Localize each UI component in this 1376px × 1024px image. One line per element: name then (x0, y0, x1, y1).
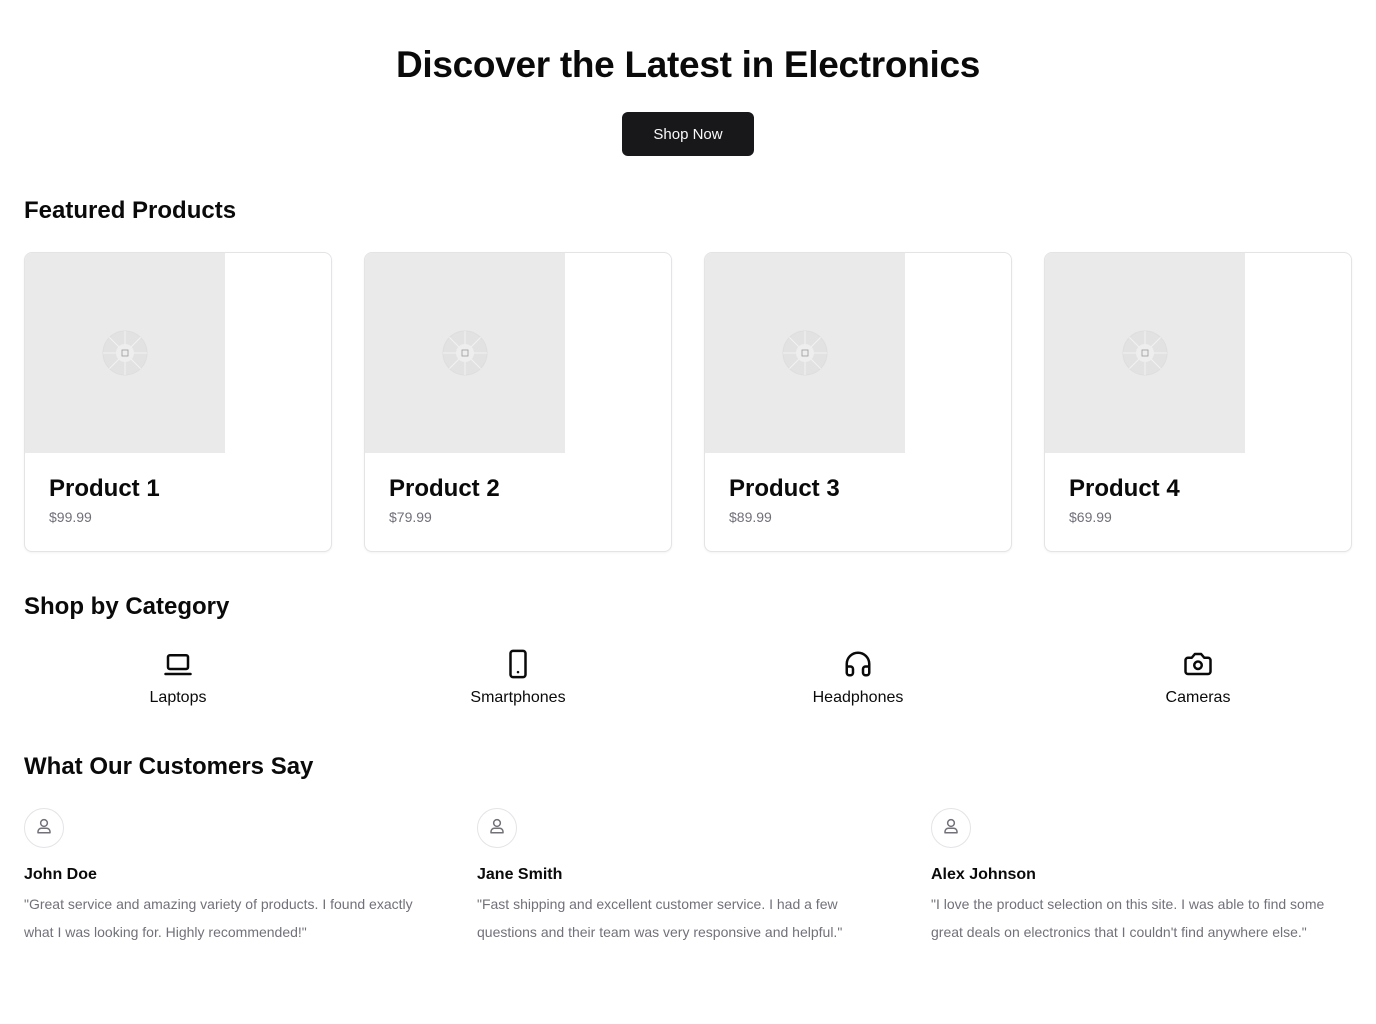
featured-products-title: Featured Products (24, 197, 237, 224)
image-placeholder-icon (442, 330, 488, 376)
shop-now-button[interactable]: Shop Now (622, 112, 754, 156)
testimonial-name: Jane Smith (477, 866, 563, 883)
laptop-icon (162, 640, 194, 688)
category-label: Headphones (812, 689, 904, 706)
avatar (477, 808, 517, 848)
testimonial-quote: "Great service and amazing variety of pr… (24, 896, 413, 940)
product-name: Product 1 (49, 475, 160, 502)
category-cameras[interactable]: Cameras (1044, 640, 1352, 716)
product-card[interactable]: Product 4 $69.99 (1044, 252, 1352, 552)
user-icon (488, 817, 506, 840)
category-label: Laptops (149, 689, 207, 706)
category-laptops[interactable]: Laptops (24, 640, 332, 716)
category-list: Laptops Smartphones Headphones Cameras (24, 640, 1352, 720)
user-icon (942, 817, 960, 840)
product-image (365, 253, 565, 453)
product-price: $99.99 (49, 509, 92, 525)
testimonial-quote: "Fast shipping and excellent customer se… (477, 896, 843, 940)
image-placeholder-icon (1122, 330, 1168, 376)
product-name: Product 2 (389, 475, 500, 502)
headphones-icon (842, 640, 874, 688)
testimonials-title: What Our Customers Say (24, 753, 314, 780)
product-image (1045, 253, 1245, 453)
product-card[interactable]: Product 2 $79.99 (364, 252, 672, 552)
camera-icon (1182, 640, 1214, 688)
page: Discover the Latest in Electronics Shop … (0, 0, 1376, 1024)
product-price: $79.99 (389, 509, 432, 525)
image-placeholder-icon (782, 330, 828, 376)
product-image (25, 253, 225, 453)
product-price: $69.99 (1069, 509, 1112, 525)
product-card[interactable]: Product 1 $99.99 (24, 252, 332, 552)
testimonial-name: Alex Johnson (931, 866, 1036, 883)
testimonial-card: Jane Smith "Fast shipping and excellent … (477, 808, 897, 946)
hero-title: Discover the Latest in Electronics (395, 44, 981, 85)
category-label: Cameras (1165, 689, 1231, 706)
product-name: Product 4 (1069, 475, 1180, 502)
testimonial-card: Alex Johnson "I love the product selecti… (931, 808, 1351, 946)
category-label: Smartphones (470, 689, 566, 706)
testimonial-quote: "I love the product selection on this si… (931, 896, 1325, 940)
product-card[interactable]: Product 3 $89.99 (704, 252, 1012, 552)
category-headphones[interactable]: Headphones (704, 640, 1012, 716)
smartphone-icon (502, 640, 534, 688)
category-smartphones[interactable]: Smartphones (364, 640, 672, 716)
user-icon (35, 817, 53, 840)
testimonial-card: John Doe "Great service and amazing vari… (24, 808, 444, 946)
product-name: Product 3 (729, 475, 840, 502)
product-grid: Product 1 $99.99 Product 2 $79.99 Produc… (24, 252, 1352, 552)
shop-by-category-title: Shop by Category (24, 593, 230, 620)
testimonial-name: John Doe (24, 866, 97, 883)
product-image (705, 253, 905, 453)
avatar (24, 808, 64, 848)
product-price: $89.99 (729, 509, 772, 525)
avatar (931, 808, 971, 848)
image-placeholder-icon (102, 330, 148, 376)
